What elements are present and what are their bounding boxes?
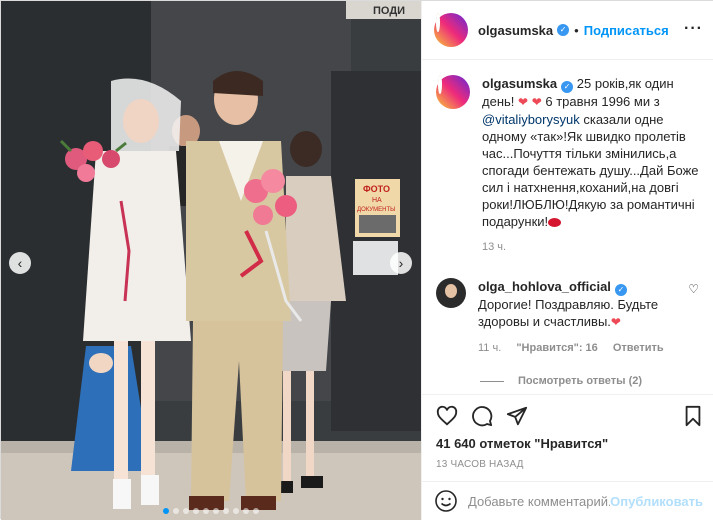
header-separator: • <box>574 22 579 38</box>
chevron-left-icon: ‹ <box>17 255 23 271</box>
caption-text-part-3: сказали одне одному «так»!Як швидко прол… <box>482 112 699 229</box>
red-heart-emoji-icon: ❤ <box>531 95 542 109</box>
comment-input[interactable] <box>468 493 611 509</box>
wedding-photo: ПОДИ ФОТО НА ДОКУМЕНТЫ <box>1 1 421 520</box>
verified-badge-icon: ✓ <box>614 284 627 296</box>
caption-meta: 13 ч. <box>482 239 699 256</box>
comment-like-heart-icon[interactable]: ♡ <box>688 282 699 296</box>
commenter-username[interactable]: olga_hohlova_official <box>478 279 611 294</box>
carousel-dot <box>163 508 169 514</box>
sign-docs-text: ДОКУМЕНТЫ <box>357 207 395 213</box>
comment-item: olga_hohlova_official ✓ Дорогие! Поздравл… <box>436 278 699 357</box>
red-heart-emoji-icon: ❤ <box>610 315 621 329</box>
carousel-dot <box>233 508 239 514</box>
carousel-dot <box>173 508 179 514</box>
post-header: olgasumska ✓ • Подписаться ··· <box>422 1 713 60</box>
share-paper-plane-icon[interactable] <box>506 405 528 427</box>
comment-body: olga_hohlova_official ✓ Дорогие! Поздравл… <box>478 278 699 357</box>
verified-badge-icon: ✓ <box>557 24 570 36</box>
instagram-post: ПОДИ ФОТО НА ДОКУМЕНТЫ ‹ › olgasumska ✓ … <box>0 0 713 520</box>
carousel-dot <box>183 508 189 514</box>
kiss-mark-emoji-icon <box>548 218 562 228</box>
verified-badge-icon: ✓ <box>561 81 574 93</box>
carousel-dot <box>203 508 209 514</box>
sign-na-text: НА <box>372 197 382 204</box>
like-heart-icon[interactable] <box>436 405 458 427</box>
red-heart-emoji-icon: ❤ <box>518 95 529 109</box>
post-actions-bar <box>422 394 713 434</box>
comment-likes-count[interactable]: "Нравится": 16 <box>516 342 597 354</box>
carousel-dot <box>213 508 219 514</box>
caption-username[interactable]: olgasumska <box>482 76 557 91</box>
comment-meta: 11 ч. "Нравится": 16 Ответить <box>478 340 679 357</box>
bookmark-save-icon[interactable] <box>683 405 703 427</box>
publish-button[interactable]: Опубликовать <box>610 494 703 509</box>
carousel-next-button[interactable]: › <box>390 252 412 274</box>
carousel-dot <box>193 508 199 514</box>
add-comment-bar: Опубликовать <box>422 481 713 520</box>
carousel-dot <box>223 508 229 514</box>
post-timestamp[interactable]: 13 ЧАСОВ НАЗАД <box>436 459 524 470</box>
carousel-dot <box>253 508 259 514</box>
caption: olgasumska ✓ 25 років,як один день! ❤ ❤ 6… <box>436 75 699 256</box>
chevron-right-icon: › <box>398 255 404 271</box>
view-replies-label: Посмотреть ответы (2) <box>518 375 643 387</box>
commenter-avatar[interactable] <box>436 278 466 308</box>
follow-button[interactable]: Подписаться <box>584 23 669 38</box>
post-photo[interactable]: ПОДИ ФОТО НА ДОКУМЕНТЫ ‹ › <box>1 1 421 520</box>
view-replies-button[interactable]: Посмотреть ответы (2) <box>480 375 699 387</box>
likes-count[interactable]: 41 640 отметок "Нравится" <box>436 436 608 451</box>
comment-text: Дорогие! Поздравляю. Будьте здоровы и сч… <box>478 297 659 329</box>
comment-bubble-icon[interactable] <box>471 405 493 427</box>
sign-top-text: ПОДИ <box>373 5 405 17</box>
emoji-smiley-icon[interactable] <box>434 489 458 513</box>
caption-time[interactable]: 13 ч. <box>482 241 506 253</box>
sign-foto-text: ФОТО <box>363 184 390 194</box>
replies-divider-line <box>480 380 504 382</box>
more-horizontal-icon[interactable]: ··· <box>684 21 703 37</box>
comment-time[interactable]: 11 ч. <box>478 342 501 354</box>
caption-body: olgasumska ✓ 25 років,як один день! ❤ ❤ 6… <box>482 75 699 256</box>
carousel-prev-button[interactable]: ‹ <box>9 252 31 274</box>
comments-list[interactable]: olgasumska ✓ 25 років,як один день! ❤ ❤ 6… <box>422 61 713 393</box>
carousel-indicator <box>1 508 421 514</box>
caption-author-avatar[interactable] <box>436 75 470 109</box>
reply-button[interactable]: Ответить <box>613 342 664 354</box>
author-avatar[interactable] <box>434 13 468 47</box>
post-sidebar: olgasumska ✓ • Подписаться ··· olgasumsk… <box>421 1 713 520</box>
carousel-dot <box>243 508 249 514</box>
caption-text-part-2: 6 травня 1996 ми з <box>541 94 660 109</box>
author-username[interactable]: olgasumska <box>478 23 553 38</box>
caption-mention-link[interactable]: @vitaliyborysyuk <box>482 112 580 127</box>
